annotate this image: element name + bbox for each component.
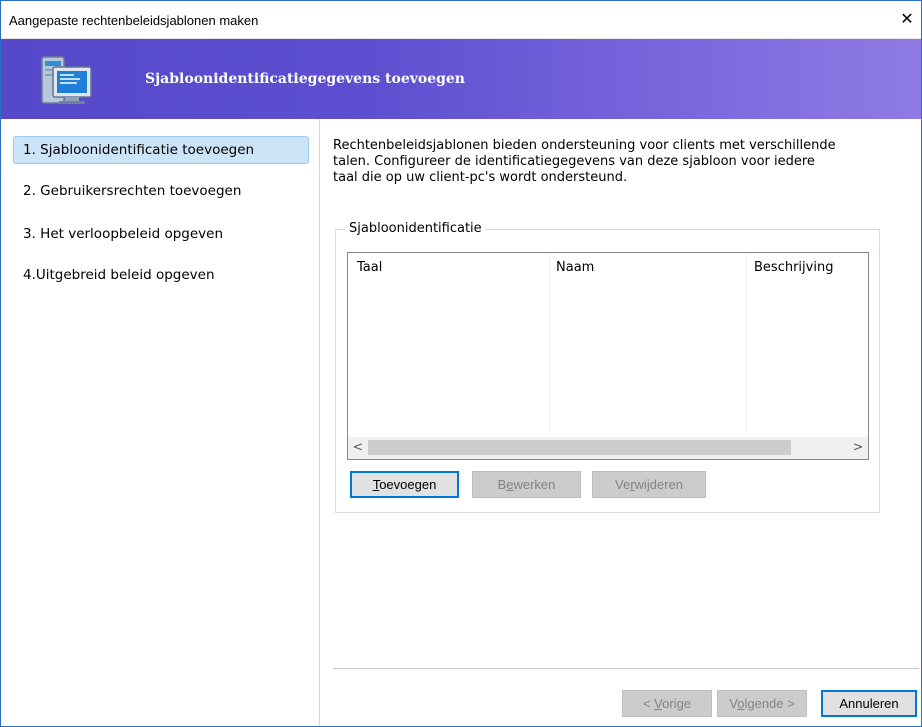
column-divider [746,253,747,433]
step-label: 1. Sjabloonidentificatie toevoegen [23,142,255,158]
dialog-window: Aangepaste rechtenbeleidsjablonen maken … [0,0,922,727]
step-label: 4.Uitgebreid beleid opgeven [23,267,215,283]
button-label: orige [662,696,692,711]
header-title: Sjabloonidentificatiegegevens toevoegen [145,71,465,87]
scrollbar-thumb[interactable] [368,440,791,455]
close-icon[interactable]: ✕ [893,1,921,37]
column-header-language[interactable]: Taal [357,260,382,275]
step-expiration-policy[interactable]: 3. Het verloopbeleid opgeven [13,220,309,248]
column-header-name[interactable]: Naam [556,260,594,275]
add-button[interactable]: Toevoegen [350,471,459,498]
step-add-user-rights[interactable]: 2. Gebruikersrechten toevoegen [13,177,309,205]
next-button[interactable]: Volgende > [717,690,807,717]
step-extended-policy[interactable]: 4.Uitgebreid beleid opgeven [13,261,309,289]
button-label: oevoegen [379,477,437,492]
mnemonic: V [654,696,663,711]
step-label: 2. Gebruikersrechten toevoegen [23,183,242,199]
title-bar: Aangepaste rechtenbeleidsjablonen maken … [1,1,921,39]
cancel-button[interactable]: Annuleren [821,690,917,717]
column-divider [549,253,550,433]
edit-button[interactable]: Bewerken [472,471,581,498]
template-identification-group: Sjabloonidentificatie Taal Naam Beschrij… [335,221,880,513]
button-label: wijderen [634,477,683,492]
scroll-left-icon[interactable]: < [348,437,368,459]
window-title: Aangepaste rechtenbeleidsjablonen maken [9,13,259,28]
description-line: taal die op uw client-pc's wordt onderst… [333,170,628,185]
button-label: Ve [615,477,631,492]
horizontal-scrollbar[interactable]: < > [348,437,868,459]
description-text: Rechtenbeleidsjablonen bieden ondersteun… [333,138,893,186]
description-line: Rechtenbeleidsjablonen bieden ondersteun… [333,138,836,153]
description-line: talen. Configureer de identificatiegegev… [333,154,815,169]
button-label: lgende > [744,696,795,711]
button-label: B [497,477,507,492]
button-label: < [642,696,655,711]
step-label: 3. Het verloopbeleid opgeven [23,226,223,242]
scroll-right-icon[interactable]: > [848,437,868,459]
button-label: werken [513,477,556,492]
button-label: Annuleren [839,696,899,711]
header-banner: Sjabloonidentificatiegegevens toevoegen [1,39,921,119]
group-legend: Sjabloonidentificatie [345,221,486,236]
computer-monitor-icon [41,56,92,104]
step-add-template-identification[interactable]: 1. Sjabloonidentificatie toevoegen [13,136,309,164]
identification-list[interactable]: Taal Naam Beschrijving < > [347,252,869,460]
steps-panel: 1. Sjabloonidentificatie toevoegen 2. Ge… [1,119,320,726]
footer-separator [333,668,919,669]
column-header-description[interactable]: Beschrijving [754,260,833,275]
delete-button[interactable]: Verwijderen [592,471,706,498]
previous-button[interactable]: < Vorige [622,690,712,717]
